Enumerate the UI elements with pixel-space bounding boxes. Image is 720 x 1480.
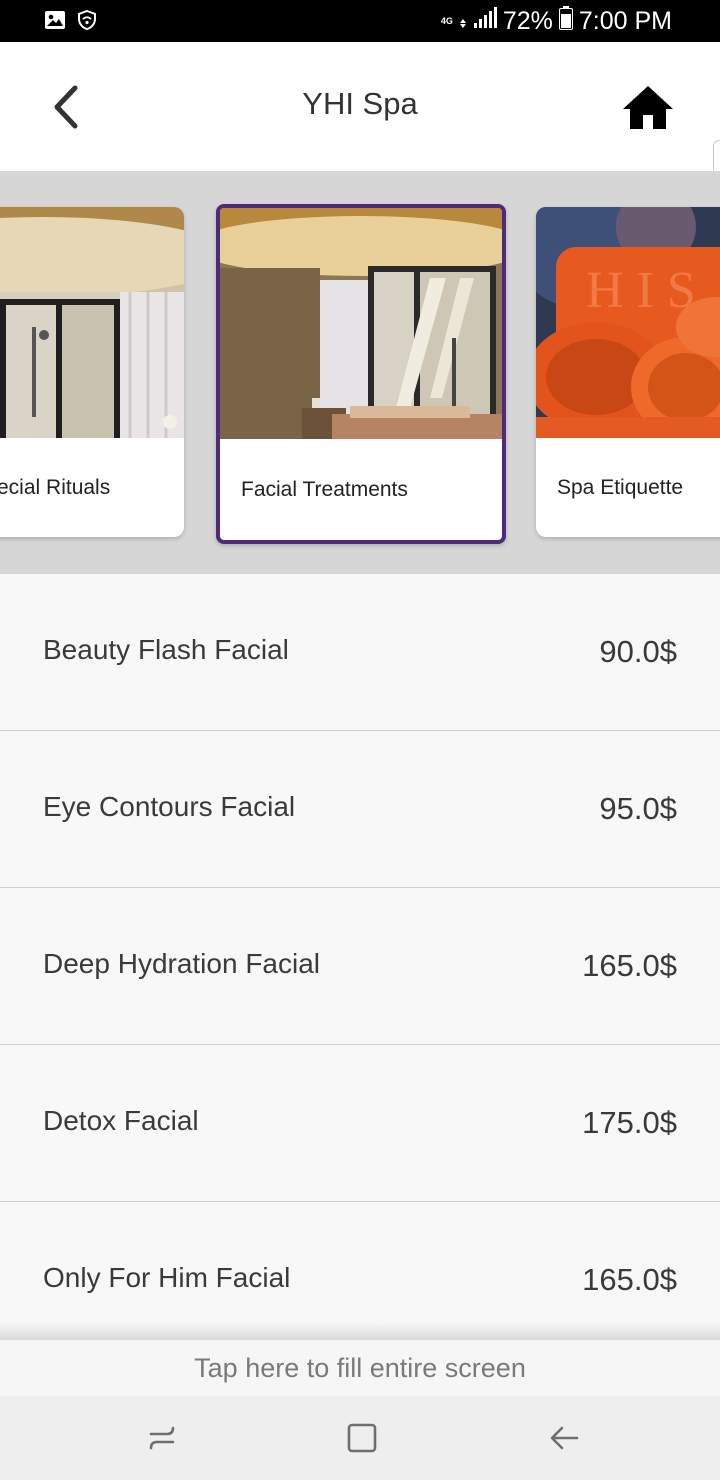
status-bar-right: 4G 72% 7:00 PM (441, 6, 672, 37)
category-label: Spa Etiquette (557, 475, 684, 499)
service-name: Eye Contours Facial (43, 791, 296, 822)
app-bar: YHI Spa (0, 42, 720, 171)
back-arrow-icon (550, 1426, 579, 1450)
orange-towels-photo: H I S (536, 207, 720, 438)
category-card-special-rituals[interactable]: ecial Rituals (0, 207, 184, 537)
service-name: Detox Facial (43, 1105, 199, 1136)
network-type-label: 4G (440, 16, 453, 26)
service-price: 165.0$ (582, 1262, 677, 1297)
service-price: 95.0$ (599, 791, 677, 826)
svg-text:H I S: H I S (586, 262, 696, 319)
category-label: ecial Rituals (0, 475, 111, 499)
recent-apps-button[interactable] (140, 1416, 184, 1460)
spa-shower-room-photo (0, 207, 184, 438)
service-row[interactable]: Only For Him Facial 165.0$ (0, 1202, 720, 1330)
service-price: 165.0$ (582, 948, 677, 983)
battery-percent: 72% (502, 7, 553, 35)
category-carousel[interactable]: ecial Rituals Facial Treatments H I S Sp… (0, 171, 720, 574)
home-button[interactable] (618, 80, 678, 134)
category-label: Facial Treatments (241, 477, 408, 501)
service-name: Beauty Flash Facial (43, 634, 289, 665)
spa-treatment-room-photo (220, 208, 502, 439)
service-list[interactable]: Beauty Flash Facial 90.0$ Eye Contours F… (0, 574, 720, 1330)
battery-icon (558, 6, 573, 37)
service-row[interactable]: Eye Contours Facial 95.0$ (0, 731, 720, 888)
home-nav-button[interactable] (340, 1416, 384, 1460)
page-title: YHI Spa (302, 86, 418, 121)
data-arrows-icon (459, 7, 467, 36)
recent-apps-icon (149, 1426, 175, 1450)
service-row[interactable]: Detox Facial 175.0$ (0, 1045, 720, 1202)
wifi-shield-icon (78, 9, 96, 35)
service-row[interactable]: Beauty Flash Facial 90.0$ (0, 574, 720, 731)
back-nav-button[interactable] (542, 1416, 586, 1460)
fill-screen-banner[interactable]: Tap here to fill entire screen (0, 1340, 720, 1396)
system-nav-bar (0, 1396, 720, 1480)
signal-icon (473, 7, 497, 36)
list-bottom-shadow (0, 1322, 720, 1340)
service-row[interactable]: Deep Hydration Facial 165.0$ (0, 888, 720, 1045)
service-name: Only For Him Facial (43, 1262, 291, 1293)
home-icon (623, 86, 673, 129)
service-name: Deep Hydration Facial (43, 948, 321, 979)
clock: 7:00 PM (578, 7, 672, 35)
status-bar: 4G 72% 7:00 PM (0, 0, 720, 42)
service-price: 175.0$ (582, 1105, 677, 1140)
home-square-icon (347, 1423, 377, 1453)
status-bar-left (44, 9, 96, 35)
service-price: 90.0$ (599, 634, 677, 669)
image-icon (44, 10, 66, 35)
category-card-facial-treatments[interactable]: Facial Treatments (216, 204, 506, 544)
category-card-spa-etiquette[interactable]: H I S Spa Etiquette (536, 207, 720, 537)
